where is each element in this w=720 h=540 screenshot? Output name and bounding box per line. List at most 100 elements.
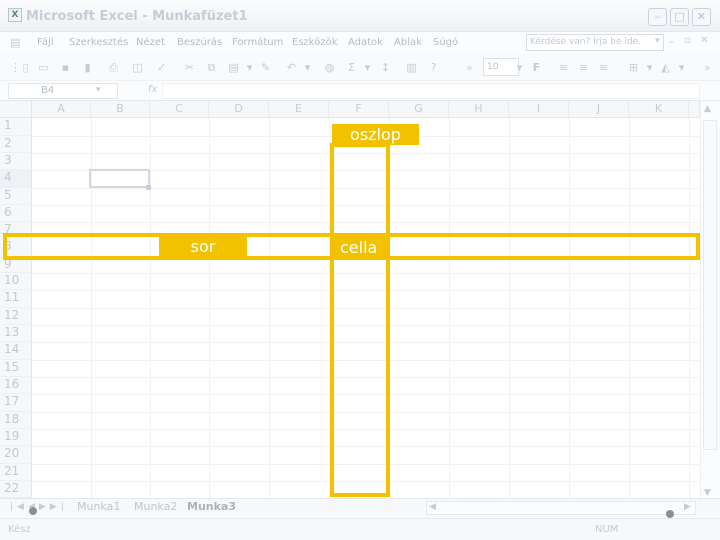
menu-file[interactable]: Fájl [37, 37, 54, 48]
autosum-icon[interactable]: Σ [344, 60, 359, 75]
excel-icon[interactable]: X [8, 8, 22, 22]
format-painter-icon[interactable]: ✎ [258, 60, 273, 75]
select-all-corner[interactable] [0, 101, 32, 118]
column-header-i[interactable]: I [509, 101, 569, 118]
menu-data[interactable]: Adatok [348, 37, 383, 48]
maximize-button[interactable]: □ [670, 8, 689, 26]
open-icon[interactable]: ▭ [36, 60, 51, 75]
sort-ascending-icon[interactable]: ↕ [378, 60, 393, 75]
column-header-k[interactable]: K [629, 101, 689, 118]
scroll-left-icon[interactable]: ◀ [429, 502, 436, 512]
column-header-j[interactable]: J [569, 101, 629, 118]
menu-help[interactable]: Súgó [433, 37, 458, 48]
minimize-button[interactable]: – [648, 8, 667, 26]
row-header-6[interactable]: 6 [0, 205, 32, 222]
chevron-down-icon[interactable]: ▾ [655, 36, 660, 46]
column-header-h[interactable]: H [449, 101, 509, 118]
pointer-dot-icon [29, 507, 37, 515]
undo-icon[interactable]: ↶ [284, 60, 299, 75]
horizontal-scrollbar[interactable] [426, 501, 696, 515]
print-preview-icon[interactable]: ◫ [130, 60, 145, 75]
column-header-l[interactable] [689, 101, 700, 118]
menu-format[interactable]: Formátum [232, 37, 283, 48]
menu-view[interactable]: Nézet [136, 37, 165, 48]
bold-button[interactable]: F [529, 60, 544, 75]
row-header-12[interactable]: 12 [0, 308, 32, 325]
close-button[interactable]: ✕ [692, 8, 711, 26]
menu-insert[interactable]: Beszúrás [177, 37, 222, 48]
hyperlink-icon[interactable]: ◍ [322, 60, 337, 75]
row-header-11[interactable]: 11 [0, 290, 32, 308]
row-header-14[interactable]: 14 [0, 342, 32, 360]
help-icon[interactable]: ? [426, 60, 441, 75]
row-header-4[interactable]: 4 [0, 170, 32, 188]
sheet-tab-munka2[interactable]: Munka2 [134, 500, 177, 513]
undo-dropdown-icon[interactable]: ▾ [300, 60, 315, 75]
doc-minimize-button[interactable]: – [669, 35, 675, 48]
column-header-b[interactable]: B [91, 101, 150, 118]
column-header-d[interactable]: D [209, 101, 269, 118]
column-header-f[interactable]: F [329, 101, 389, 118]
spelling-icon[interactable]: ✓ [154, 60, 169, 75]
row-header-18[interactable]: 18 [0, 412, 32, 429]
row-header-22[interactable]: 22 [0, 481, 32, 498]
formula-input[interactable] [162, 83, 700, 99]
row-header-15[interactable]: 15 [0, 360, 32, 377]
align-center-icon[interactable]: ≡ [576, 60, 591, 75]
row-header-1[interactable]: 1 [0, 118, 32, 136]
copy-icon[interactable]: ⧉ [204, 60, 219, 75]
fill-color-icon[interactable]: ◭ [658, 60, 673, 75]
paste-dropdown-icon[interactable]: ▾ [242, 60, 257, 75]
column-header-c[interactable]: C [150, 101, 209, 118]
chart-wizard-icon[interactable]: ▥ [404, 60, 419, 75]
document-icon[interactable]: ▤ [10, 36, 20, 49]
borders-dropdown-icon[interactable]: ▾ [642, 60, 657, 75]
toolbar-overflow-icon[interactable]: » [700, 60, 715, 75]
autosum-dropdown-icon[interactable]: ▾ [360, 60, 375, 75]
doc-close-button[interactable]: ✕ [700, 35, 708, 46]
insert-function-button[interactable]: fx [148, 84, 157, 95]
row-header-3[interactable]: 3 [0, 153, 32, 170]
cut-icon[interactable]: ✂ [182, 60, 197, 75]
name-box[interactable]: B4 [8, 83, 118, 99]
fill-color-dropdown-icon[interactable]: ▾ [674, 60, 689, 75]
help-search-input[interactable]: Kérdése van? Írja be ide. [526, 34, 664, 51]
row-header-10[interactable]: 10 [0, 273, 32, 290]
column-header-a[interactable]: A [32, 101, 91, 118]
menu-tools[interactable]: Eszközök [292, 37, 338, 48]
row-header-2[interactable]: 2 [0, 136, 32, 153]
borders-icon[interactable]: ⊞ [626, 60, 641, 75]
sheet-nav-arrows-icon[interactable]: |◀◀▶▶| [10, 502, 68, 512]
font-size-dropdown-icon[interactable]: ▾ [512, 60, 527, 75]
fill-handle[interactable] [146, 185, 151, 190]
row-header-13[interactable]: 13 [0, 325, 32, 342]
sheet-tab-munka3[interactable]: Munka3 [187, 500, 236, 513]
active-cell-b4[interactable] [89, 169, 150, 188]
scroll-down-icon[interactable]: ▼ [704, 488, 711, 498]
row-header-21[interactable]: 21 [0, 464, 32, 481]
menu-edit[interactable]: Szerkesztés [69, 37, 128, 48]
row-header-17[interactable]: 17 [0, 394, 32, 412]
save-icon[interactable]: ▪ [58, 60, 73, 75]
row-header-5[interactable]: 5 [0, 188, 32, 205]
menu-window[interactable]: Ablak [394, 37, 422, 48]
column-header-g[interactable]: G [389, 101, 449, 118]
new-icon[interactable]: ▯ [18, 60, 33, 75]
row-header-20[interactable]: 20 [0, 446, 32, 464]
name-box-dropdown-icon[interactable]: ▾ [96, 85, 101, 95]
print-icon[interactable]: ⎙ [106, 60, 121, 75]
paste-icon[interactable]: ▤ [226, 60, 241, 75]
sheet-tab-munka1[interactable]: Munka1 [77, 500, 120, 513]
row-header-9[interactable]: 9 [0, 258, 32, 273]
column-header-e[interactable]: E [269, 101, 329, 118]
permission-icon[interactable]: ▮ [80, 60, 95, 75]
scroll-right-icon[interactable]: ▶ [684, 502, 691, 512]
scroll-thumb[interactable] [703, 120, 717, 450]
align-left-icon[interactable]: ≡ [556, 60, 571, 75]
scroll-up-icon[interactable]: ▲ [704, 104, 711, 114]
row-header-16[interactable]: 16 [0, 377, 32, 394]
doc-restore-button[interactable]: ▫ [684, 35, 691, 46]
toolbar-options-icon[interactable]: » [462, 60, 477, 75]
align-right-icon[interactable]: ≡ [596, 60, 611, 75]
row-header-19[interactable]: 19 [0, 429, 32, 446]
